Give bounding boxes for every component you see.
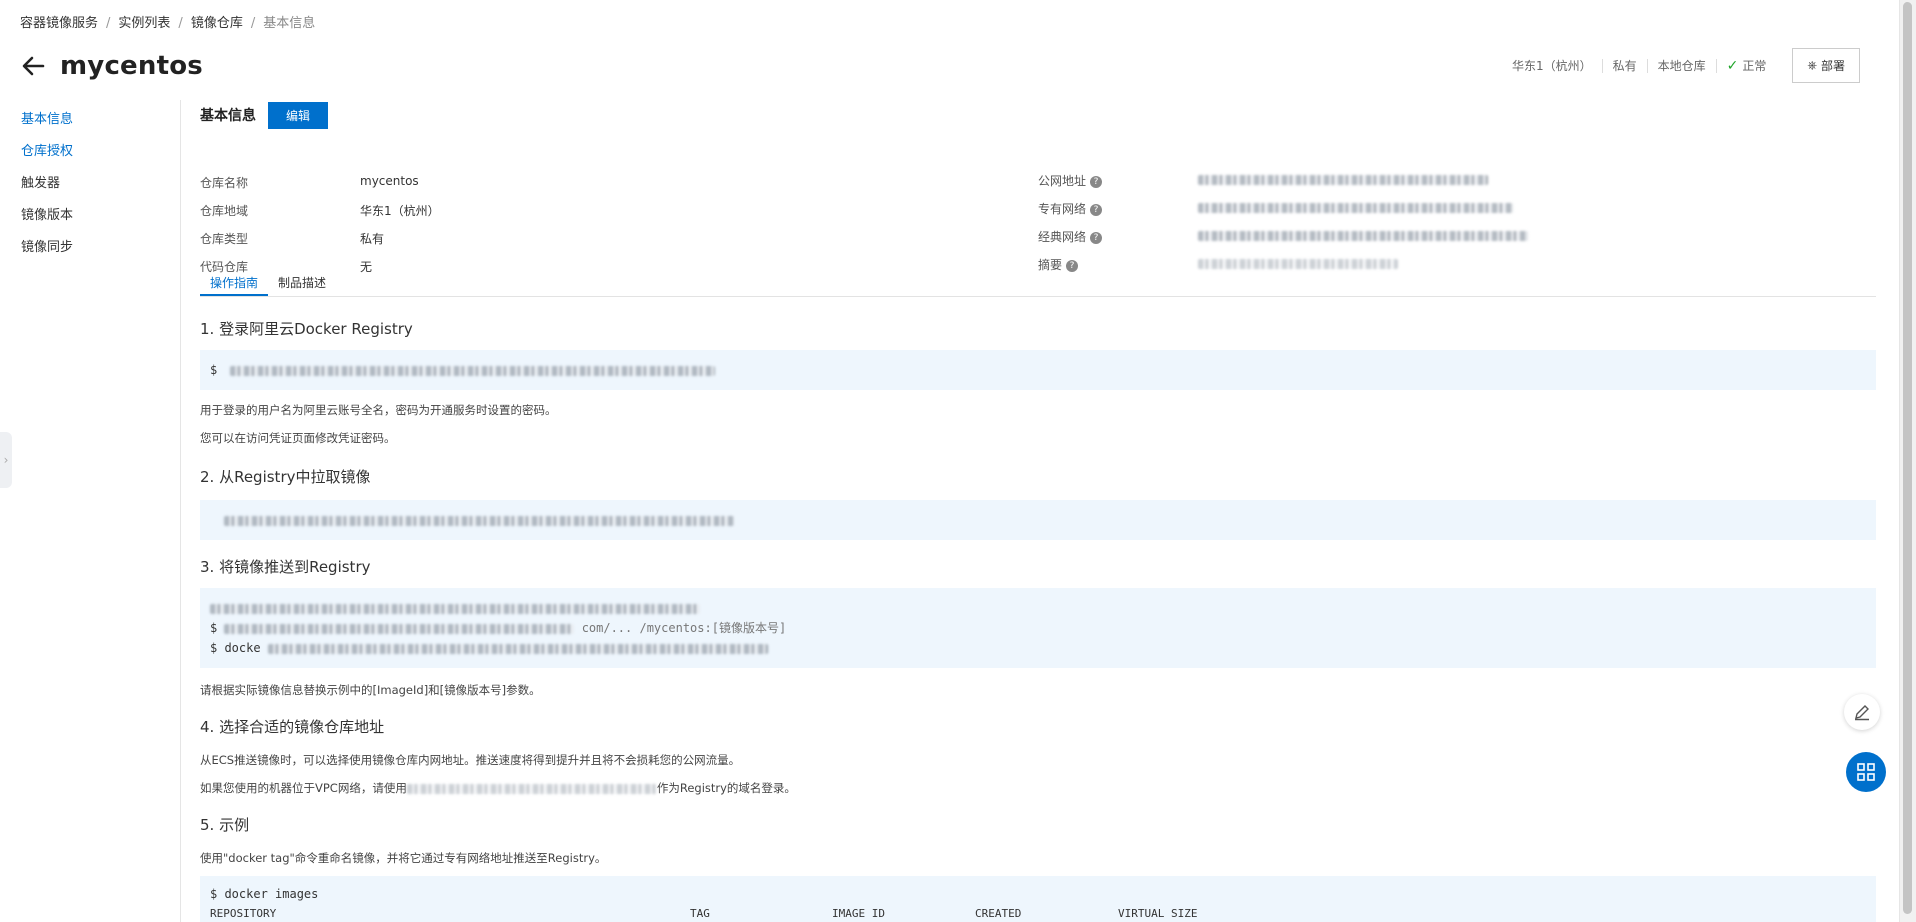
edit-button[interactable]: 编辑 [268,101,329,129]
status-text: 正常 [1742,58,1767,73]
tab-bar: 操作指南 制品描述 [200,270,1876,297]
help-icon[interactable]: ? [1090,203,1103,216]
breadcrumb-item-instances[interactable]: 实例列表 [118,16,170,31]
step5-note: 使用"docker tag"命令重命名镜像，并将它通过专有网络地址推送至Regi… [200,851,607,865]
field-value: 华东1（杭州） [360,204,440,218]
breadcrumb-item-repos[interactable]: 镜像仓库 [191,16,243,31]
field-value: 私有 [360,232,385,246]
basic-info-title: 基本信息 [200,108,256,124]
step5-code-headers: REPOSITORY TAG IMAGE ID CREATED VIRTUAL … [210,907,1198,920]
sidebar-expand-handle[interactable]: › [0,432,12,488]
basic-info-header: 基本信息 编辑 [200,100,1876,130]
region-label: 华东1（杭州） [1511,58,1592,73]
field-key: 仓库地域 [200,204,249,218]
field-key: 仓库类型 [200,232,249,246]
sidebar-item-image-sync[interactable]: 镜像同步 [0,232,180,264]
sidebar-item-basic-info[interactable]: 基本信息 [0,104,180,136]
step1-code: $ [200,350,1876,390]
step2-title: 2. 从Registry中拉取镜像 [200,468,371,486]
apps-grid-button[interactable] [1846,752,1886,792]
help-icon[interactable]: ? [1090,175,1103,188]
breadcrumb-item-current: 基本信息 [263,16,316,31]
title-row: mycentos [20,48,203,84]
step4-title: 4. 选择合适的镜像仓库地址 [200,718,385,736]
visibility-label: 私有 [1601,58,1647,73]
deploy-button[interactable]: ⎈ 部署 [1792,48,1860,83]
step5-code: $ docker images REPOSITORY TAG IMAGE ID … [200,876,1876,922]
step3-title: 3. 将镜像推送到Registry [200,558,371,576]
field-value-blurred [1198,228,1528,242]
step2-code [200,500,1876,540]
repo-type-label: 本地仓库 [1646,58,1716,73]
pencil-icon [1855,705,1869,721]
main-content: 基本信息 编辑 仓库名称 mycentos 仓库地域 华东1（杭州） 仓库类型 … [200,100,1876,922]
status-bar: 华东1（杭州） 私有 本地仓库 ✓ 正常 ⎈ 部署 [1502,48,1860,83]
status-badge: ✓ 正常 [1715,57,1777,74]
page-title: mycentos [60,51,203,81]
field-value: mycentos [360,174,419,188]
sidebar: 基本信息 仓库授权 触发器 镜像版本 镜像同步 [0,100,181,922]
step5-title: 5. 示例 [200,816,250,834]
field-key: 专有网络? [1038,200,1103,217]
tab-guide[interactable]: 操作指南 [200,270,269,296]
sidebar-item-triggers[interactable]: 触发器 [0,168,180,200]
breadcrumb: 容器镜像服务 / 实例列表 / 镜像仓库 / 基本信息 [20,16,316,31]
grid-icon [1857,763,1875,781]
step1-note-1: 用于登录的用户名为阿里云账号全名，密码为开通服务时设置的密码。 [200,403,557,417]
sidebar-item-image-versions[interactable]: 镜像版本 [0,200,180,232]
check-icon: ✓ [1726,57,1739,74]
step3-note: 请根据实际镜像信息替换示例中的[ImageId]和[镜像版本号]参数。 [200,683,541,697]
step4-note-2: 如果您使用的机器位于VPC网络，请使用 作为Registry的域名登录。 [200,781,796,795]
feedback-edit-button[interactable] [1844,694,1880,730]
help-icon[interactable]: ? [1090,231,1103,244]
deploy-icon: ⎈ [1807,58,1817,72]
field-value-blurred [1198,200,1513,214]
vertical-scrollbar[interactable] [1899,0,1916,922]
deploy-label: 部署 [1820,59,1845,73]
scrollbar-thumb[interactable] [1903,2,1912,914]
step1-title: 1. 登录阿里云Docker Registry [200,320,413,338]
back-arrow-icon[interactable] [20,53,46,79]
chevron-right-icon: › [3,453,9,467]
sidebar-item-authorization[interactable]: 仓库授权 [0,136,180,168]
tab-description[interactable]: 制品描述 [268,270,336,296]
step1-note-2: 您可以在访问凭证页面修改凭证密码。 [200,431,396,445]
field-value-blurred [1198,172,1488,186]
field-key: 经典网络? [1038,228,1103,245]
field-value-blurred [1198,256,1398,270]
breadcrumb-item-service[interactable]: 容器镜像服务 [20,16,98,31]
step3-code: $ com/... /mycentos:[镜像版本号] $ docke [200,588,1876,668]
page: 容器镜像服务 / 实例列表 / 镜像仓库 / 基本信息 mycentos 华东1（杭州） 私… [0,0,1900,922]
field-key: 公网地址? [1038,172,1103,189]
info-grid: 仓库名称 mycentos 仓库地域 华东1（杭州） 仓库类型 私有 代码仓库 … [200,130,1876,274]
step4-note-1: 从ECS推送镜像时，可以选择使用镜像仓库内网地址。推送速度将得到提升并且将不会损… [200,753,741,767]
field-key: 仓库名称 [200,176,249,190]
